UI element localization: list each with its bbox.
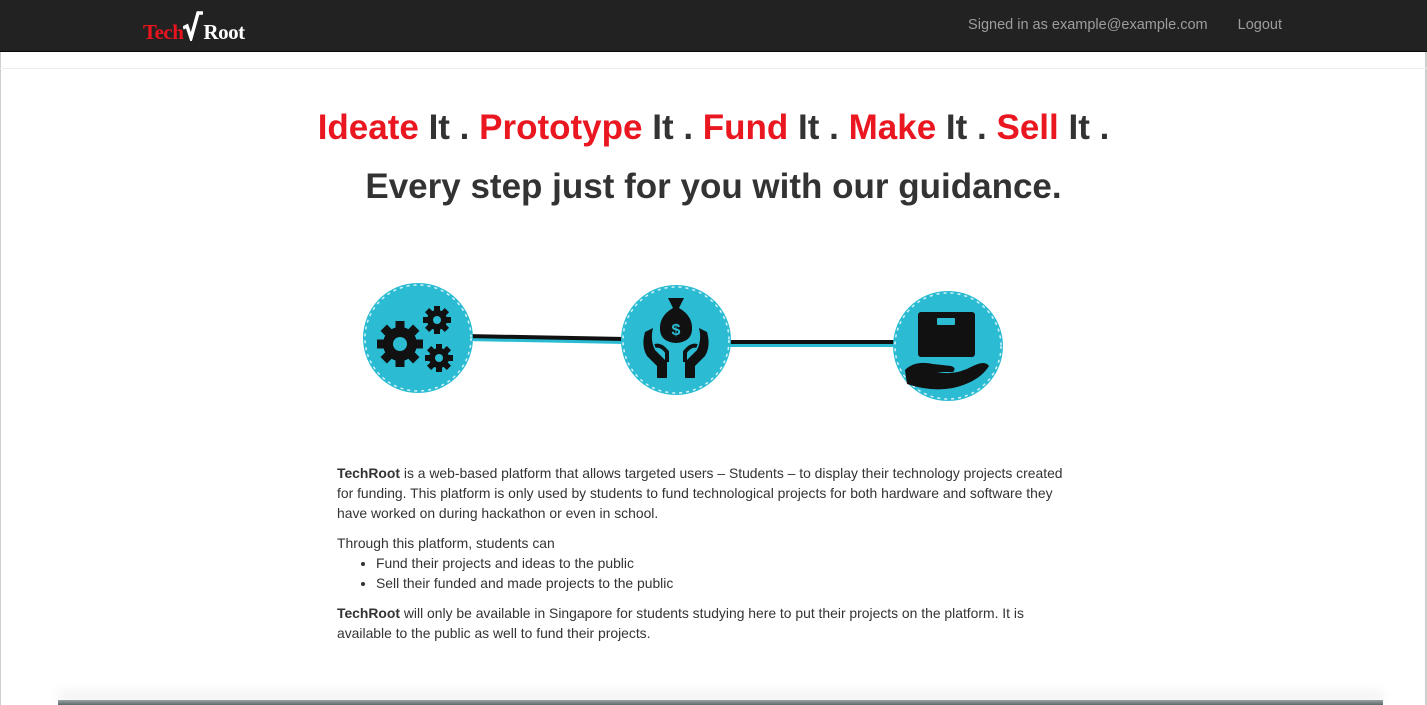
hero-word-sell: Sell xyxy=(996,108,1059,147)
about-section: TechRoot is a web-based platform that al… xyxy=(337,463,1082,653)
money-bag-hands-icon: $ xyxy=(621,285,731,395)
hero-word-suffix: It . xyxy=(642,108,694,147)
root-symbol-icon xyxy=(183,11,204,41)
list-item: Sell their funded and made projects to t… xyxy=(376,573,1082,593)
brand-logo[interactable]: Tech Root xyxy=(143,9,245,43)
about-paragraph-3-text: will only be available in Singapore for … xyxy=(337,605,1024,641)
hero-word-suffix: It . xyxy=(936,108,987,147)
brand-name: TechRoot xyxy=(337,465,401,481)
hero-word-suffix: It . xyxy=(418,108,470,147)
brand-logo-root: Root xyxy=(203,20,245,44)
brand-logo-tech: Tech xyxy=(143,20,184,44)
hero-word-make: Make xyxy=(848,108,937,147)
hero-word-fund: Fund xyxy=(702,108,789,147)
nav-right: Signed in as example@example.com Logout xyxy=(968,17,1282,33)
footer-edge xyxy=(58,700,1383,705)
box-hand-icon xyxy=(893,291,1003,401)
list-item: Fund their projects and ideas to the pub… xyxy=(376,553,1082,573)
hero-word-suffix: It . xyxy=(788,108,839,147)
process-graphic: $ xyxy=(363,283,1003,401)
hero-word-prototype: Prototype xyxy=(479,108,643,147)
signed-in-text: Signed in as example@example.com xyxy=(968,17,1208,33)
logout-link[interactable]: Logout xyxy=(1238,17,1282,33)
brand-name: TechRoot xyxy=(337,605,401,621)
gears-icon xyxy=(363,283,473,393)
feature-list: Fund their projects and ideas to the pub… xyxy=(337,553,1082,593)
hero-word-ideate: Ideate xyxy=(317,108,419,147)
about-paragraph-1: TechRoot is a web-based platform that al… xyxy=(337,463,1082,523)
divider xyxy=(0,68,1427,69)
about-paragraph-2: Through this platform, students can xyxy=(337,535,555,551)
hero-headline: Ideate It . Prototype It . Fund It . Mak… xyxy=(0,108,1427,148)
svg-text:$: $ xyxy=(672,322,681,339)
hero-subheading: Every step just for you with our guidanc… xyxy=(365,167,1062,206)
window-frame-left xyxy=(0,0,1,705)
about-paragraph-1-text: is a web-based platform that allows targ… xyxy=(337,465,1063,521)
hero-word-suffix: It . xyxy=(1058,108,1110,147)
navbar: Tech Root Signed in as example@example.c… xyxy=(0,0,1427,52)
about-paragraph-3: TechRoot will only be available in Singa… xyxy=(337,603,1082,643)
